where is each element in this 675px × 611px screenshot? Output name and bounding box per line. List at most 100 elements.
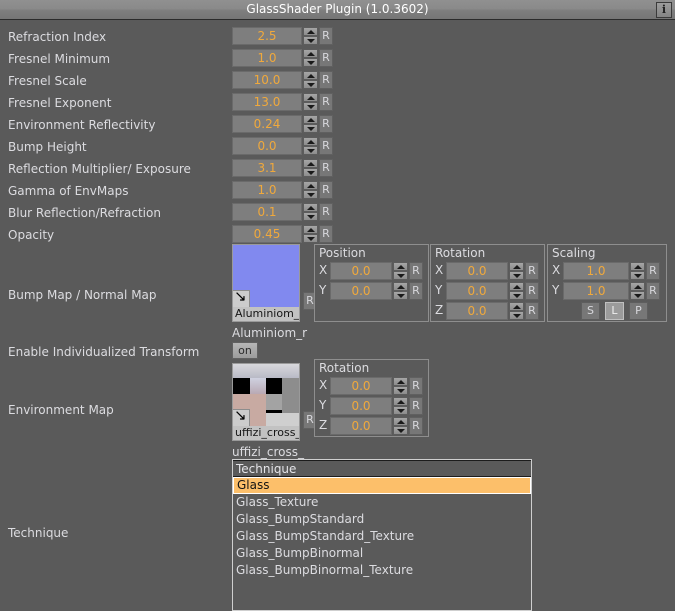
bump-map-rotation-x-value[interactable]: 0.0 bbox=[446, 262, 508, 280]
reset-button-env-rotation-z[interactable]: R bbox=[409, 417, 423, 435]
texture-browse-icon[interactable] bbox=[233, 290, 250, 307]
technique-option-glass-bumpstandard-texture[interactable]: Glass_BumpStandard_Texture bbox=[233, 528, 531, 545]
spinner-up-icon[interactable] bbox=[393, 262, 408, 271]
spinner-down-icon[interactable] bbox=[303, 212, 318, 221]
bump-map-rotation-y-value[interactable]: 0.0 bbox=[446, 282, 508, 300]
param-value-environment-reflectivity[interactable]: 0.24 bbox=[232, 115, 302, 133]
spinner-down-icon[interactable] bbox=[303, 102, 318, 111]
param-value-bump-height[interactable]: 0.0 bbox=[232, 137, 302, 155]
spinner-up-icon[interactable] bbox=[303, 181, 318, 190]
spinner-down-icon[interactable] bbox=[303, 58, 318, 67]
bump-map-position-y-value[interactable]: 0.0 bbox=[330, 282, 392, 300]
spinner-down-icon[interactable] bbox=[303, 234, 318, 243]
reset-button-bump-rotation-z[interactable]: R bbox=[525, 302, 539, 320]
spinner-down-icon[interactable] bbox=[303, 36, 318, 45]
individualized-transform-toggle[interactable]: on bbox=[232, 342, 258, 359]
spinner-up-icon[interactable] bbox=[393, 417, 408, 426]
reset-button-bump-position-y[interactable]: R bbox=[409, 282, 423, 300]
info-icon[interactable]: i bbox=[656, 2, 672, 18]
bump-map-scaling-y-value[interactable]: 1.0 bbox=[563, 282, 629, 300]
param-value-gamma-of-envmaps[interactable]: 1.0 bbox=[232, 181, 302, 199]
spinner-env-rotation-x[interactable] bbox=[393, 377, 408, 395]
spinner-up-icon[interactable] bbox=[303, 27, 318, 36]
technique-listbox[interactable]: Technique Glass Glass_Texture Glass_Bump… bbox=[232, 459, 532, 611]
spinner-down-icon[interactable] bbox=[393, 426, 408, 435]
spinner-up-icon[interactable] bbox=[303, 225, 318, 234]
spinner-up-icon[interactable] bbox=[303, 159, 318, 168]
reset-button-env-rotation-y[interactable]: R bbox=[409, 397, 423, 415]
spinner-up-icon[interactable] bbox=[630, 282, 645, 291]
spinner-up-icon[interactable] bbox=[303, 115, 318, 124]
reset-button-bump-scaling-x[interactable]: R bbox=[646, 262, 660, 280]
spinner-fresnel-exponent[interactable] bbox=[303, 93, 318, 111]
spinner-up-icon[interactable] bbox=[630, 262, 645, 271]
spinner-gamma-of-envmaps[interactable] bbox=[303, 181, 318, 199]
reset-button-bump-rotation-x[interactable]: R bbox=[525, 262, 539, 280]
spinner-blur-reflection-refraction[interactable] bbox=[303, 203, 318, 221]
environment-map-texture-swatch[interactable]: uffizi_cross_ bbox=[232, 363, 300, 441]
spinner-down-icon[interactable] bbox=[303, 124, 318, 133]
spinner-down-icon[interactable] bbox=[303, 80, 318, 89]
spinner-down-icon[interactable] bbox=[393, 386, 408, 395]
reset-button-environment-reflectivity[interactable]: R bbox=[319, 115, 333, 133]
param-value-fresnel-scale[interactable]: 10.0 bbox=[232, 71, 302, 89]
spinner-down-icon[interactable] bbox=[630, 271, 645, 280]
bump-map-texture-swatch[interactable]: Aluminiom_r bbox=[232, 244, 300, 322]
spinner-opacity[interactable] bbox=[303, 225, 318, 243]
spinner-bump-position-x[interactable] bbox=[393, 262, 408, 280]
spinner-up-icon[interactable] bbox=[393, 397, 408, 406]
spinner-bump-scaling-x[interactable] bbox=[630, 262, 645, 280]
reset-button-fresnel-scale[interactable]: R bbox=[319, 71, 333, 89]
spinner-bump-scaling-y[interactable] bbox=[630, 282, 645, 300]
spinner-up-icon[interactable] bbox=[509, 262, 524, 271]
technique-option-glass-bumpbinormal[interactable]: Glass_BumpBinormal bbox=[233, 545, 531, 562]
spinner-down-icon[interactable] bbox=[509, 291, 524, 300]
scaling-mode-l-button[interactable]: L bbox=[605, 302, 624, 320]
spinner-up-icon[interactable] bbox=[303, 71, 318, 80]
reset-button-bump-rotation-y[interactable]: R bbox=[525, 282, 539, 300]
reset-button-fresnel-minimum[interactable]: R bbox=[319, 49, 333, 67]
spinner-env-rotation-y[interactable] bbox=[393, 397, 408, 415]
spinner-env-rotation-z[interactable] bbox=[393, 417, 408, 435]
spinner-up-icon[interactable] bbox=[393, 282, 408, 291]
reset-button-bump-height[interactable]: R bbox=[319, 137, 333, 155]
bump-map-rotation-z-value[interactable]: 0.0 bbox=[446, 302, 508, 320]
reset-button-bump-position-x[interactable]: R bbox=[409, 262, 423, 280]
bump-map-scaling-x-value[interactable]: 1.0 bbox=[563, 262, 629, 280]
spinner-refraction-index[interactable] bbox=[303, 27, 318, 45]
reset-button-refraction-index[interactable]: R bbox=[319, 27, 333, 45]
param-value-reflection-multiplier[interactable]: 3.1 bbox=[232, 159, 302, 177]
scaling-mode-s-button[interactable]: S bbox=[581, 302, 600, 320]
reset-button-gamma-of-envmaps[interactable]: R bbox=[319, 181, 333, 199]
param-value-refraction-index[interactable]: 2.5 bbox=[232, 27, 302, 45]
spinner-up-icon[interactable] bbox=[303, 93, 318, 102]
spinner-down-icon[interactable] bbox=[303, 190, 318, 199]
spinner-down-icon[interactable] bbox=[393, 406, 408, 415]
spinner-reflection-multiplier[interactable] bbox=[303, 159, 318, 177]
spinner-down-icon[interactable] bbox=[630, 291, 645, 300]
spinner-fresnel-minimum[interactable] bbox=[303, 49, 318, 67]
texture-browse-icon[interactable] bbox=[233, 409, 250, 426]
spinner-down-icon[interactable] bbox=[393, 271, 408, 280]
spinner-bump-height[interactable] bbox=[303, 137, 318, 155]
reset-button-reflection-multiplier[interactable]: R bbox=[319, 159, 333, 177]
spinner-up-icon[interactable] bbox=[303, 203, 318, 212]
bump-map-position-x-value[interactable]: 0.0 bbox=[330, 262, 392, 280]
spinner-fresnel-scale[interactable] bbox=[303, 71, 318, 89]
param-value-fresnel-exponent[interactable]: 13.0 bbox=[232, 93, 302, 111]
param-value-blur-reflection-refraction[interactable]: 0.1 bbox=[232, 203, 302, 221]
spinner-up-icon[interactable] bbox=[393, 377, 408, 386]
environment-map-rotation-z-value[interactable]: 0.0 bbox=[330, 417, 392, 435]
param-value-opacity[interactable]: 0.45 bbox=[232, 225, 302, 243]
technique-option-glass-texture[interactable]: Glass_Texture bbox=[233, 494, 531, 511]
spinner-down-icon[interactable] bbox=[303, 168, 318, 177]
reset-button-opacity[interactable]: R bbox=[319, 225, 333, 243]
spinner-environment-reflectivity[interactable] bbox=[303, 115, 318, 133]
spinner-bump-position-y[interactable] bbox=[393, 282, 408, 300]
spinner-bump-rotation-y[interactable] bbox=[509, 282, 524, 300]
spinner-down-icon[interactable] bbox=[509, 271, 524, 280]
reset-button-bump-scaling-y[interactable]: R bbox=[646, 282, 660, 300]
scaling-mode-p-button[interactable]: P bbox=[629, 302, 648, 320]
reset-button-env-rotation-x[interactable]: R bbox=[409, 377, 423, 395]
spinner-down-icon[interactable] bbox=[303, 146, 318, 155]
